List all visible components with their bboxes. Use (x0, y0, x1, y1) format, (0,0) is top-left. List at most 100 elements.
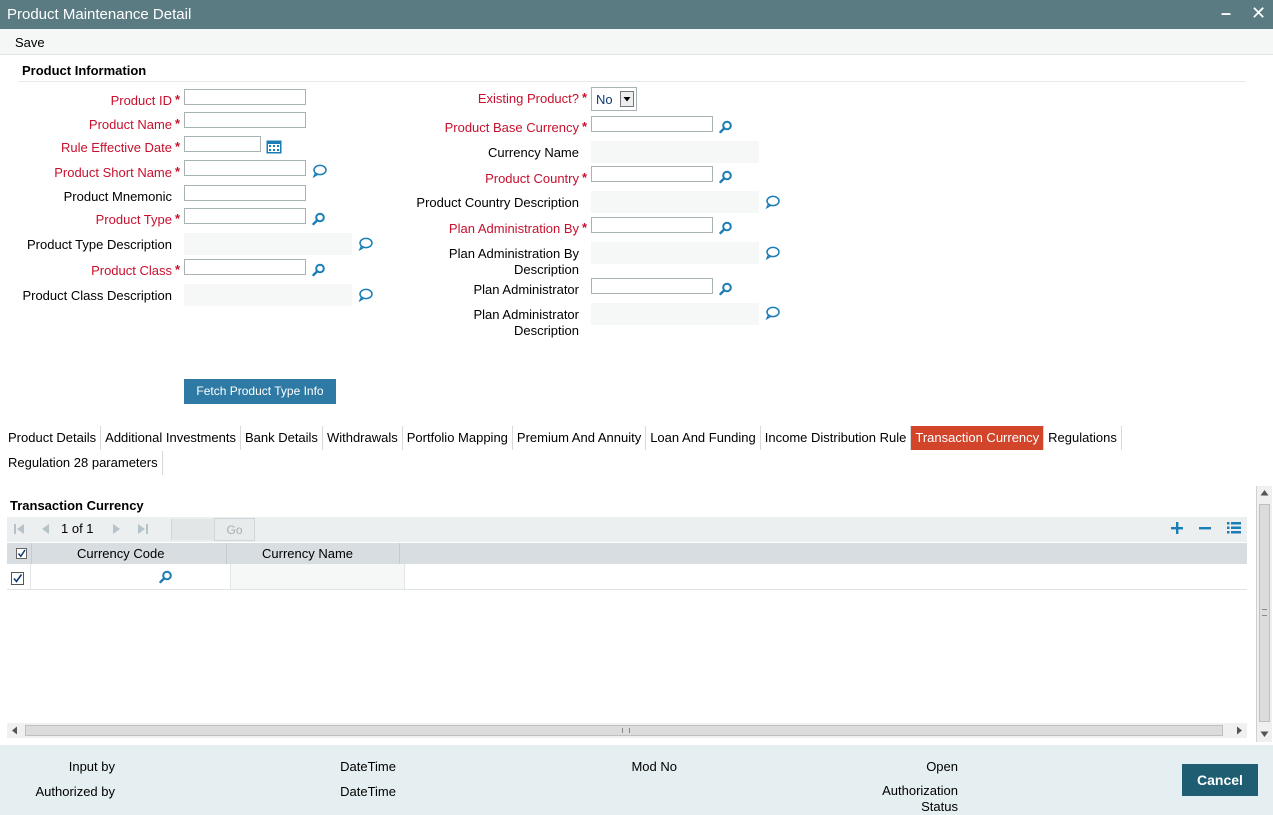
required-marker: * (175, 262, 181, 277)
search-icon[interactable] (159, 570, 173, 584)
list-view-icon[interactable] (1227, 521, 1241, 534)
currency-name-field (591, 141, 759, 163)
product-mnemonic-label: Product Mnemonic (63, 189, 172, 204)
first-page-icon[interactable] (13, 523, 25, 535)
section-header-product-information: Product Information (22, 63, 147, 78)
product-country-label: Product Country (485, 171, 579, 186)
product-type-input[interactable] (184, 208, 306, 224)
authorized-by-label: Authorized by (35, 784, 116, 799)
tab-regulation-28-parameters[interactable]: Regulation 28 parameters (4, 451, 163, 475)
required-marker: * (582, 170, 588, 185)
previous-page-icon[interactable] (39, 523, 51, 535)
product-class-label: Product Class (91, 263, 172, 278)
last-page-icon[interactable] (137, 523, 149, 535)
search-icon[interactable] (719, 282, 733, 296)
fetch-product-type-info-button[interactable]: Fetch Product Type Info (184, 379, 336, 404)
speech-bubble-icon[interactable] (358, 237, 373, 251)
scroll-down-icon[interactable] (1260, 730, 1269, 738)
vertical-scroll-thumb[interactable] (1259, 504, 1270, 722)
tab-portfolio-mapping[interactable]: Portfolio Mapping (403, 426, 513, 450)
page-number-field[interactable] (171, 519, 214, 540)
delete-row-icon[interactable] (1199, 522, 1211, 534)
window-title: Product Maintenance Detail (7, 6, 192, 23)
tab-regulations[interactable]: Regulations (1044, 426, 1122, 450)
product-country-description-field (591, 191, 759, 213)
add-row-icon[interactable] (1171, 522, 1183, 534)
search-icon[interactable] (719, 120, 733, 134)
horizontal-scrollbar[interactable] (7, 723, 1247, 738)
plan-administration-by-description-field (591, 242, 759, 264)
product-base-currency-input[interactable] (591, 116, 713, 132)
tab-bar: Product Details Additional Investments B… (4, 426, 1122, 450)
save-menu-item[interactable]: Save (15, 35, 45, 50)
product-type-description-field (184, 233, 352, 255)
required-marker: * (175, 211, 181, 226)
existing-product-label: Existing Product? (477, 91, 579, 106)
product-mnemonic-input[interactable] (184, 185, 306, 201)
product-id-input[interactable] (184, 89, 306, 105)
datetime-label: DateTime (340, 759, 396, 774)
plan-administrator-description-field (591, 303, 759, 325)
currency-name-label: Currency Name (487, 145, 579, 160)
section-divider (18, 81, 1246, 82)
plan-administrator-input[interactable] (591, 278, 713, 294)
chevron-down-icon (620, 91, 634, 107)
next-page-icon[interactable] (111, 523, 123, 535)
tab-withdrawals[interactable]: Withdrawals (323, 426, 403, 450)
plan-administration-by-input[interactable] (591, 217, 713, 233)
plan-administrator-label: Plan Administrator (473, 282, 580, 297)
tab-income-distribution-rule[interactable]: Income Distribution Rule (761, 426, 912, 450)
required-marker: * (175, 139, 181, 154)
speech-bubble-icon[interactable] (358, 288, 373, 302)
select-all-checkbox[interactable] (16, 548, 27, 559)
vertical-scrollbar[interactable] (1256, 486, 1272, 742)
minimize-button[interactable]: – (1221, 3, 1231, 24)
scroll-up-icon[interactable] (1260, 489, 1269, 497)
calendar-icon[interactable] (266, 140, 282, 154)
speech-bubble-icon[interactable] (765, 306, 780, 320)
audit-footer: Input by Authorized by DateTime DateTime… (0, 745, 1273, 815)
search-icon[interactable] (312, 212, 326, 226)
product-short-name-label: Product Short Name (54, 165, 172, 180)
tab-loan-and-funding[interactable]: Loan And Funding (646, 426, 761, 450)
speech-bubble-icon[interactable] (765, 246, 780, 260)
tab-transaction-currency[interactable]: Transaction Currency (911, 426, 1045, 450)
authorization-status-label: Authorization Status (882, 783, 958, 814)
product-country-input[interactable] (591, 166, 713, 182)
column-header-currency-code[interactable]: Currency Code (77, 546, 164, 561)
existing-product-select[interactable]: No (591, 87, 637, 111)
required-marker: * (582, 119, 588, 134)
column-header-currency-name[interactable]: Currency Name (262, 546, 353, 561)
currency-code-cell[interactable] (30, 564, 231, 589)
product-base-currency-label: Product Base Currency (444, 120, 579, 135)
page-indicator: 1 of 1 (61, 521, 94, 536)
menu-bar: Save (0, 29, 1273, 55)
required-marker: * (175, 164, 181, 179)
record-status-open: Open (926, 759, 958, 774)
search-icon[interactable] (312, 263, 326, 277)
product-name-label: Product Name (88, 117, 172, 132)
required-marker: * (175, 116, 181, 131)
row-checkbox[interactable] (11, 572, 24, 585)
search-icon[interactable] (719, 221, 733, 235)
speech-bubble-icon[interactable] (312, 164, 327, 178)
tab-premium-and-annuity[interactable]: Premium And Annuity (513, 426, 647, 450)
window-title-bar: Product Maintenance Detail – ✕ (0, 0, 1273, 29)
close-button[interactable]: ✕ (1251, 3, 1266, 24)
speech-bubble-icon[interactable] (765, 195, 780, 209)
horizontal-scroll-thumb[interactable] (25, 725, 1223, 736)
rule-effective-date-input[interactable] (184, 136, 261, 152)
tab-additional-investments[interactable]: Additional Investments (101, 426, 241, 450)
scroll-left-icon[interactable] (11, 726, 19, 735)
tab-product-details[interactable]: Product Details (4, 426, 102, 450)
cancel-button[interactable]: Cancel (1182, 764, 1258, 796)
go-button[interactable]: Go (214, 518, 255, 541)
tab-bank-details[interactable]: Bank Details (241, 426, 323, 450)
product-short-name-input[interactable] (184, 160, 306, 176)
grid-pager: 1 of 1 Go (7, 517, 1247, 542)
product-class-input[interactable] (184, 259, 306, 275)
scroll-right-icon[interactable] (1235, 726, 1243, 735)
search-icon[interactable] (719, 170, 733, 184)
product-class-description-field (184, 284, 352, 306)
product-name-input[interactable] (184, 112, 306, 128)
